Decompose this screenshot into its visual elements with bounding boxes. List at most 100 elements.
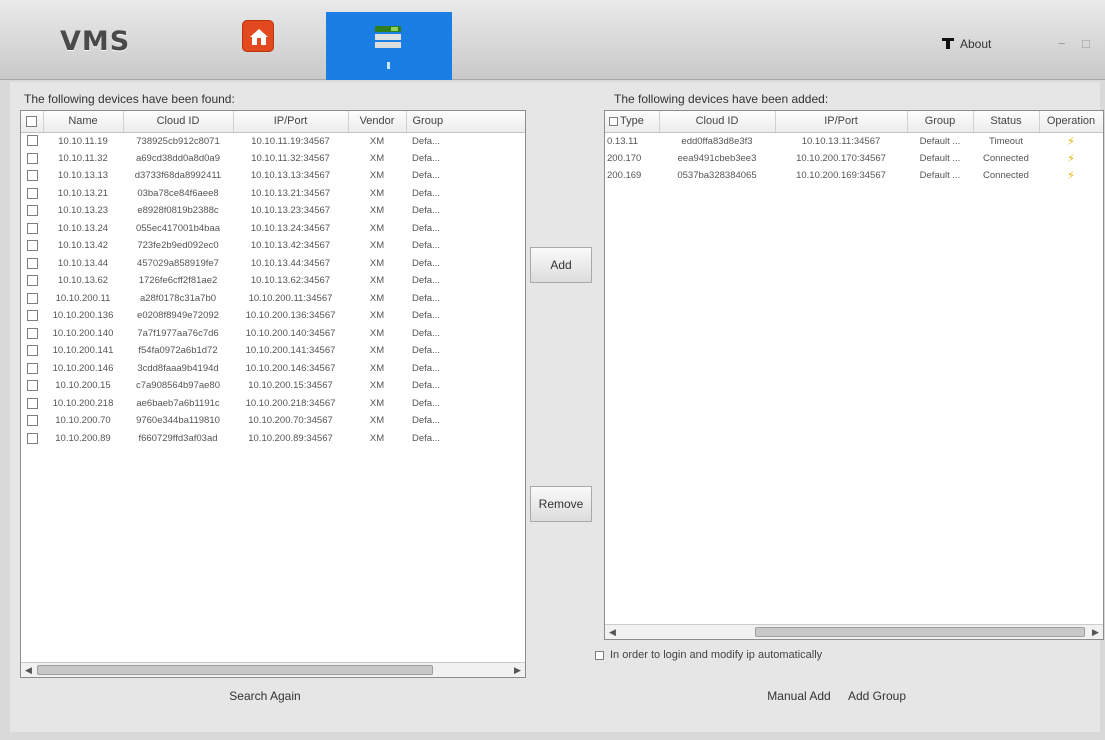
col-group[interactable]: Group [406, 111, 525, 133]
row-checkbox-cell[interactable] [21, 220, 43, 238]
remove-button[interactable]: Remove [530, 486, 592, 522]
added-device-list[interactable]: Type Cloud ID IP/Port Group Status Opera… [604, 110, 1104, 640]
search-again-button[interactable]: Search Again [220, 686, 310, 706]
found-hscrollbar[interactable]: ◀ ▶ [21, 662, 525, 677]
cell-ip-port: 10.10.200.136:34567 [245, 310, 336, 322]
home-button[interactable] [242, 20, 274, 52]
row-checkbox[interactable] [26, 432, 38, 444]
col-ip-port[interactable]: IP/Port [775, 111, 908, 133]
col-type[interactable]: Type [605, 111, 660, 133]
found-row[interactable]: 10.10.200.146 3cdd8faaa9b4194d 10.10.200.1… [21, 360, 525, 378]
added-row[interactable]: 0.13.11 edd0ffa83d8e3f3 10.10.13.11:34567 D… [605, 132, 1103, 150]
cell-operation[interactable]: ⚡ [1039, 150, 1103, 168]
row-checkbox-cell[interactable] [21, 412, 43, 430]
found-row[interactable]: 10.10.13.24 055ec417001b4baa 10.10.13.24:3… [21, 220, 525, 238]
select-all-added-box[interactable] [609, 116, 618, 126]
row-checkbox[interactable] [26, 327, 38, 339]
row-checkbox-cell[interactable] [21, 132, 43, 150]
found-row[interactable]: 10.10.200.70 9760e344ba119810 10.10.200.70… [21, 412, 525, 430]
row-checkbox-cell[interactable] [21, 167, 43, 185]
row-checkbox-cell[interactable] [21, 185, 43, 203]
maximize-button[interactable]: □ [1082, 36, 1090, 51]
col-cloud-id[interactable]: Cloud ID [659, 111, 776, 133]
found-row[interactable]: 10.10.200.15 c7a908564b97ae80 10.10.200.15… [21, 377, 525, 395]
scroll-thumb[interactable] [755, 627, 1085, 637]
row-checkbox-cell[interactable] [21, 342, 43, 360]
col-operation[interactable]: Operation [1039, 111, 1103, 133]
row-checkbox[interactable] [26, 362, 38, 374]
row-checkbox[interactable] [26, 135, 38, 147]
row-checkbox-cell[interactable] [21, 255, 43, 273]
col-ip-port[interactable]: IP/Port [233, 111, 349, 133]
found-device-list[interactable]: Name Cloud ID IP/Port Vendor Group 10.10… [20, 110, 526, 678]
row-checkbox-cell[interactable] [21, 150, 43, 168]
cell-operation[interactable]: ⚡ [1039, 167, 1103, 185]
added-row[interactable]: 200.169 0537ba328384065 10.10.200.169:3456… [605, 167, 1103, 185]
row-checkbox-cell[interactable] [21, 307, 43, 325]
found-row[interactable]: 10.10.13.23 e8928f0819b2388c 10.10.13.23:3… [21, 202, 525, 220]
col-cloud-id[interactable]: Cloud ID [123, 111, 234, 133]
found-row[interactable]: 10.10.200.140 7a7f1977aa76c7d6 10.10.200.1… [21, 325, 525, 343]
col-type-label: Type [620, 115, 644, 128]
col-name[interactable]: Name [43, 111, 124, 133]
found-row[interactable]: 10.10.200.136 e0208f8949e72092 10.10.200.1… [21, 307, 525, 325]
row-checkbox[interactable] [26, 397, 38, 409]
row-checkbox-cell[interactable] [21, 290, 43, 308]
row-checkbox[interactable] [26, 205, 38, 217]
scroll-left-arrow[interactable]: ◀ [605, 625, 620, 639]
found-row[interactable]: 10.10.200.141 f54fa0972a6b1d72 10.10.200.1… [21, 342, 525, 360]
row-checkbox-cell[interactable] [21, 395, 43, 413]
added-row[interactable]: 200.170 eea9491cbeb3ee3 10.10.200.170:3456… [605, 150, 1103, 168]
manual-add-button[interactable]: Manual Add [762, 686, 836, 706]
minimize-button[interactable]: − [1058, 36, 1066, 51]
found-row[interactable]: 10.10.11.32 a69cd38dd0a8d0a9 10.10.11.32:3… [21, 150, 525, 168]
row-checkbox[interactable] [26, 187, 38, 199]
row-checkbox-cell[interactable] [21, 237, 43, 255]
found-row[interactable]: 10.10.13.62 1726fe6cff2f81ae2 10.10.13.62:… [21, 272, 525, 290]
select-all-box[interactable] [26, 115, 38, 127]
col-vendor[interactable]: Vendor [348, 111, 407, 133]
row-checkbox[interactable] [26, 240, 38, 252]
add-button[interactable]: Add [530, 247, 592, 283]
cell-cloud-id: 0537ba328384065 [677, 170, 757, 182]
row-checkbox-cell[interactable] [21, 272, 43, 290]
found-row[interactable]: 10.10.13.44 457029a858919fe7 10.10.13.44:3… [21, 255, 525, 273]
found-row[interactable]: 10.10.13.13 d3733f68da8992411 10.10.13.13:… [21, 167, 525, 185]
row-checkbox[interactable] [26, 292, 38, 304]
found-row[interactable]: 10.10.13.21 03ba78ce84f6aee8 10.10.13.21:3… [21, 185, 525, 203]
row-checkbox[interactable] [26, 152, 38, 164]
row-checkbox[interactable] [26, 170, 38, 182]
added-hscrollbar[interactable]: ◀ ▶ [605, 624, 1103, 639]
scroll-right-arrow[interactable]: ▶ [1088, 625, 1103, 639]
col-status[interactable]: Status [973, 111, 1040, 133]
found-row[interactable]: 10.10.200.89 f660729ffd3af03ad 10.10.200.8… [21, 430, 525, 448]
scroll-thumb[interactable] [37, 665, 433, 675]
row-checkbox-cell[interactable] [21, 360, 43, 378]
row-checkbox[interactable] [26, 275, 38, 287]
device-manager-tab[interactable] [326, 12, 452, 80]
row-checkbox-cell[interactable] [21, 202, 43, 220]
scroll-left-arrow[interactable]: ◀ [21, 663, 36, 677]
cell-operation[interactable]: ⚡ [1039, 132, 1103, 150]
found-row[interactable]: 10.10.11.19 738925cb912c8071 10.10.11.19:3… [21, 132, 525, 150]
row-checkbox-cell[interactable] [21, 377, 43, 395]
add-group-button[interactable]: Add Group [840, 686, 914, 706]
row-checkbox-cell[interactable] [21, 325, 43, 343]
select-all-checkbox[interactable] [21, 111, 44, 133]
found-row[interactable]: 10.10.13.42 723fe2b9ed092ec0 10.10.13.42:3… [21, 237, 525, 255]
about-link[interactable]: About [942, 37, 991, 51]
scroll-right-arrow[interactable]: ▶ [510, 663, 525, 677]
cell-status: Timeout [989, 135, 1023, 147]
row-checkbox[interactable] [26, 257, 38, 269]
found-row[interactable]: 10.10.200.218 ae6baeb7a6b1191c 10.10.200.2… [21, 395, 525, 413]
row-checkbox[interactable] [26, 345, 38, 357]
row-checkbox[interactable] [26, 415, 38, 427]
row-checkbox[interactable] [26, 222, 38, 234]
auto-login-checkbox[interactable] [595, 650, 604, 660]
found-row[interactable]: 10.10.200.11 a28f0178c31a7b0 10.10.200.11:… [21, 290, 525, 308]
row-checkbox[interactable] [26, 380, 38, 392]
auto-login-option[interactable]: In order to login and modify ip automati… [595, 649, 822, 661]
row-checkbox-cell[interactable] [21, 430, 43, 448]
row-checkbox[interactable] [26, 310, 38, 322]
col-group[interactable]: Group [907, 111, 974, 133]
